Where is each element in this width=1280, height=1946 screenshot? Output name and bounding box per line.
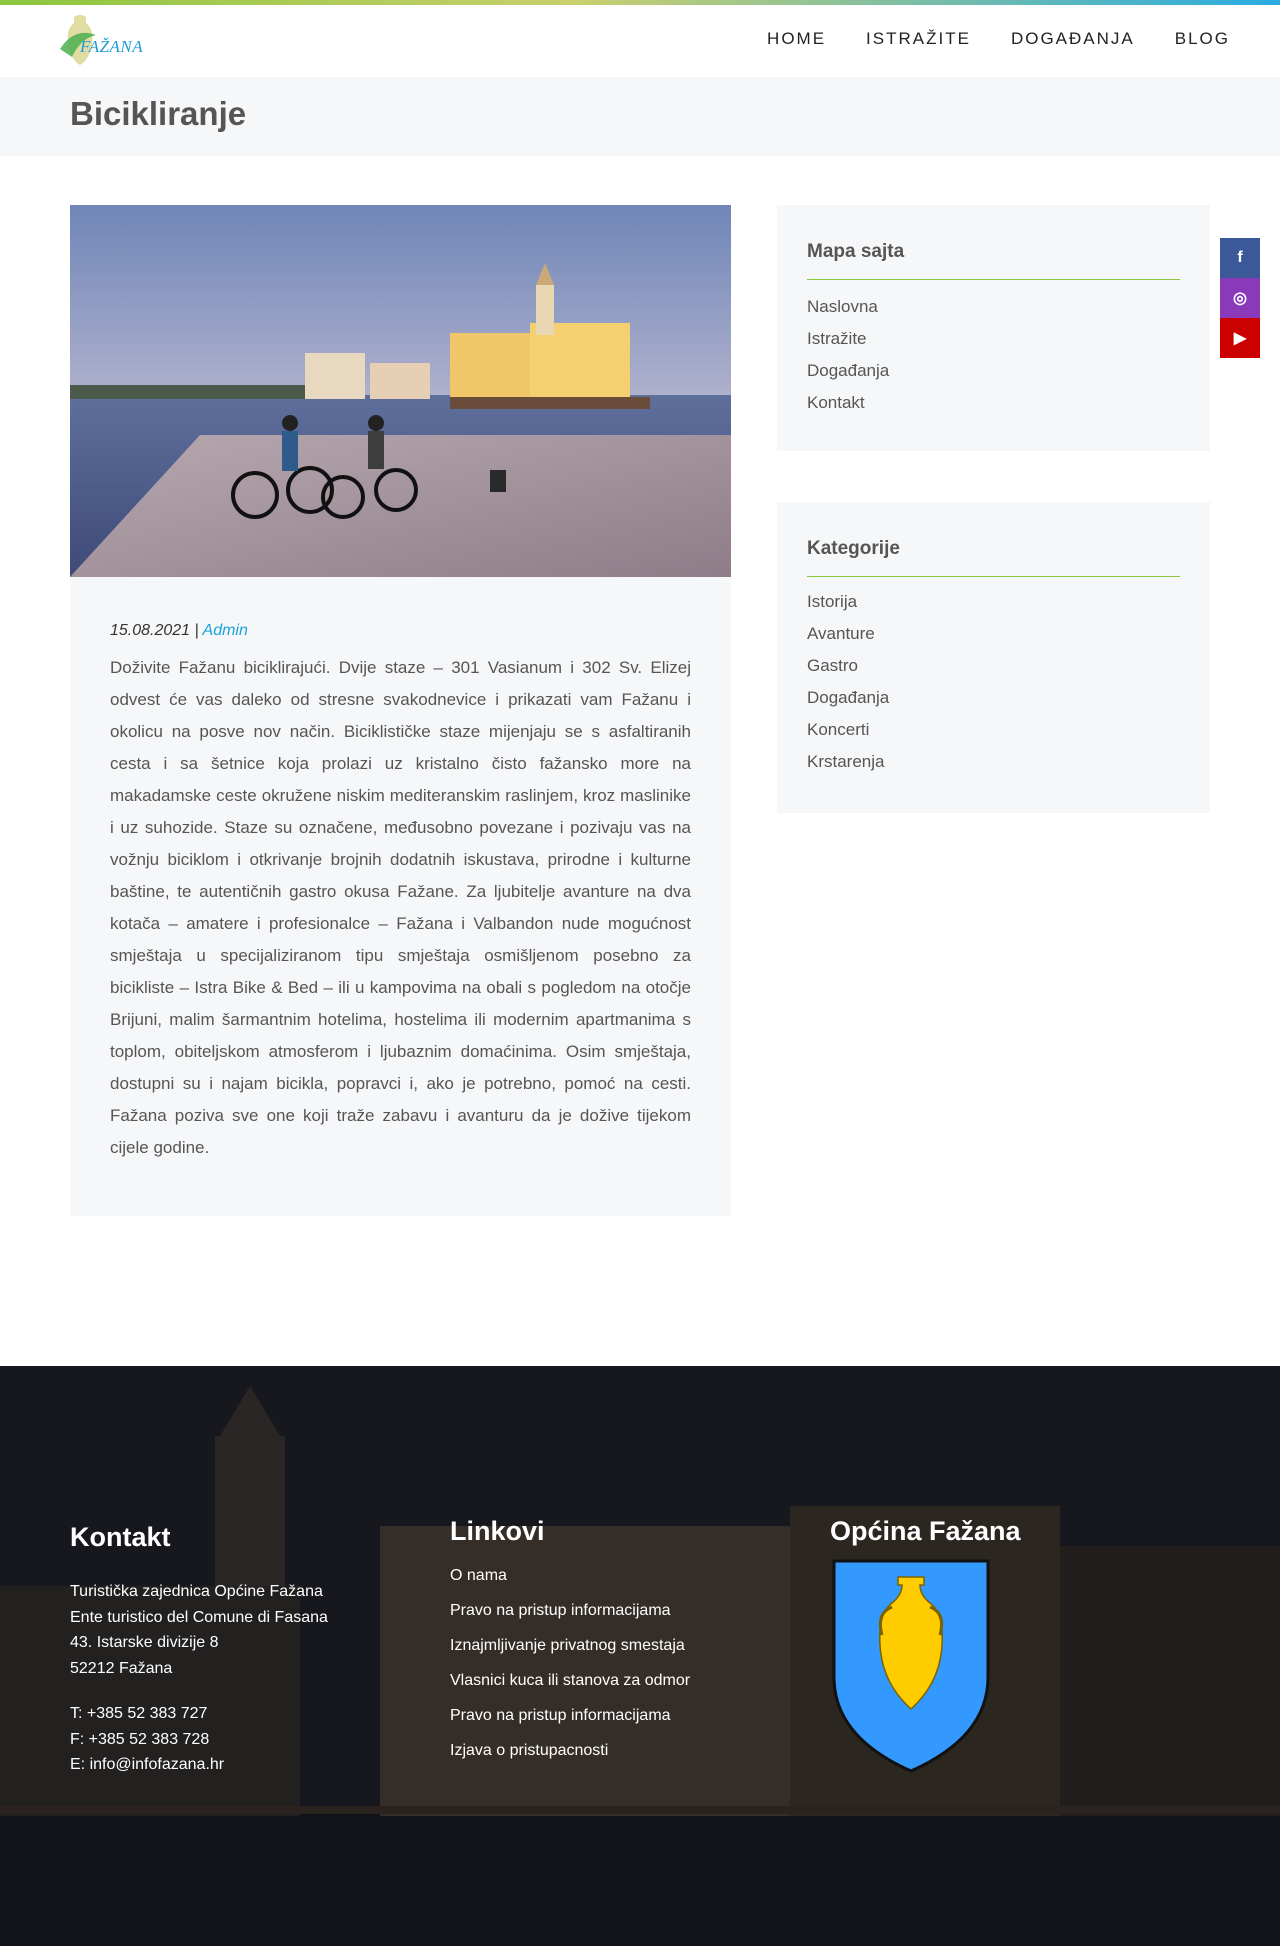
nav-home[interactable]: HOME xyxy=(767,29,826,49)
contact-fax: F: +385 52 383 728 xyxy=(70,1730,210,1748)
footer-link-pristup-informacijama-2[interactable]: Pravo na pristup informacijama xyxy=(450,1707,690,1742)
contact-line: Turistička zajednica Općine Fažana xyxy=(70,1583,323,1600)
social-sidebar: f ◎ ▶ xyxy=(1220,238,1260,358)
category-link-avanture[interactable]: Avanture xyxy=(807,623,1180,655)
nav-blog[interactable]: BLOG xyxy=(1175,29,1230,49)
site-header: FAŽANA HOME ISTRAŽITE DOGAĐANJA BLOG xyxy=(0,5,1280,77)
contact-phone: T: +385 52 383 727 xyxy=(70,1705,208,1722)
post-date: 15.08.2021 | xyxy=(110,622,203,639)
contact-line: Ente turistico del Comune di Fasana xyxy=(70,1608,328,1626)
nav-dogadanja[interactable]: DOGAĐANJA xyxy=(1011,29,1135,49)
logo-wordmark: FAŽANA xyxy=(80,37,144,56)
page-title-bar: Bicikliranje xyxy=(0,77,1280,156)
coat-of-arms-icon xyxy=(832,1559,990,1773)
facebook-icon[interactable]: f xyxy=(1220,238,1260,278)
post-body-text: Doživite Fažanu biciklirajući. Dvije sta… xyxy=(110,658,691,1157)
category-link-istorija[interactable]: Istorija xyxy=(807,591,1180,623)
sitemap-link-dogadanja[interactable]: Događanja xyxy=(807,360,1180,392)
contact-line: 43. Istarske divizije 8 xyxy=(70,1634,219,1651)
contact-line: 52212 Fažana xyxy=(70,1659,173,1677)
category-link-krstarenja[interactable]: Krstarenja xyxy=(807,751,1180,783)
nav-istrazite[interactable]: ISTRAŽITE xyxy=(866,29,971,49)
footer-contact-column: Kontakt Turistička zajednica Općine Faža… xyxy=(70,1522,328,1778)
blog-post: 15.08.2021 | Admin Doživite Fažanu bicik… xyxy=(70,205,731,1216)
page-title: Bicikliranje xyxy=(70,95,247,132)
footer-link-vlasnici[interactable]: Vlasnici kuca ili stanova za odmor xyxy=(450,1672,690,1707)
category-link-dogadanja[interactable]: Događanja xyxy=(807,687,1180,719)
footer-links-column: Linkovi O nama Pravo na pristup informac… xyxy=(450,1516,690,1777)
footer-links-title: Linkovi xyxy=(450,1516,545,1546)
footer-contact-title: Kontakt xyxy=(70,1522,171,1552)
site-footer: Kontakt Turistička zajednica Općine Faža… xyxy=(0,1366,1280,1946)
footer-link-o-nama[interactable]: O nama xyxy=(450,1567,690,1602)
sitemap-link-naslovna[interactable]: Naslovna xyxy=(807,296,1180,328)
category-link-koncerti[interactable]: Koncerti xyxy=(807,719,1180,751)
footer-link-pristup-informacijama[interactable]: Pravo na pristup informacijama xyxy=(450,1602,690,1637)
post-author-link[interactable]: Admin xyxy=(203,622,248,639)
post-meta: 15.08.2021 | Admin xyxy=(110,622,248,640)
sitemap-link-kontakt[interactable]: Kontakt xyxy=(807,392,1180,424)
categories-widget: Kategorije Istorija Avanture Gastro Doga… xyxy=(777,502,1210,813)
post-featured-image xyxy=(70,205,731,577)
youtube-icon[interactable]: ▶ xyxy=(1220,318,1260,358)
footer-link-iznajmljivanje[interactable]: Iznajmljivanje privatnog smestaja xyxy=(450,1637,690,1672)
sitemap-widget: Mapa sajta Naslovna Istražite Događanja … xyxy=(777,205,1210,451)
category-link-gastro[interactable]: Gastro xyxy=(807,655,1180,687)
footer-municipality-title: Općina Fažana xyxy=(830,1516,1021,1546)
footer-municipality-column: Općina Fažana xyxy=(830,1516,1021,1780)
site-logo[interactable]: FAŽANA xyxy=(52,9,152,71)
footer-link-izjava-pristupacnosti[interactable]: Izjava o pristupacnosti xyxy=(450,1742,690,1777)
categories-widget-title: Kategorije xyxy=(807,538,1180,577)
instagram-icon[interactable]: ◎ xyxy=(1220,278,1260,318)
main-nav: HOME ISTRAŽITE DOGAĐANJA BLOG xyxy=(727,29,1230,49)
sitemap-widget-title: Mapa sajta xyxy=(807,241,1180,280)
sitemap-link-istrazite[interactable]: Istražite xyxy=(807,328,1180,360)
contact-email[interactable]: E: info@infofazana.hr xyxy=(70,1752,328,1778)
